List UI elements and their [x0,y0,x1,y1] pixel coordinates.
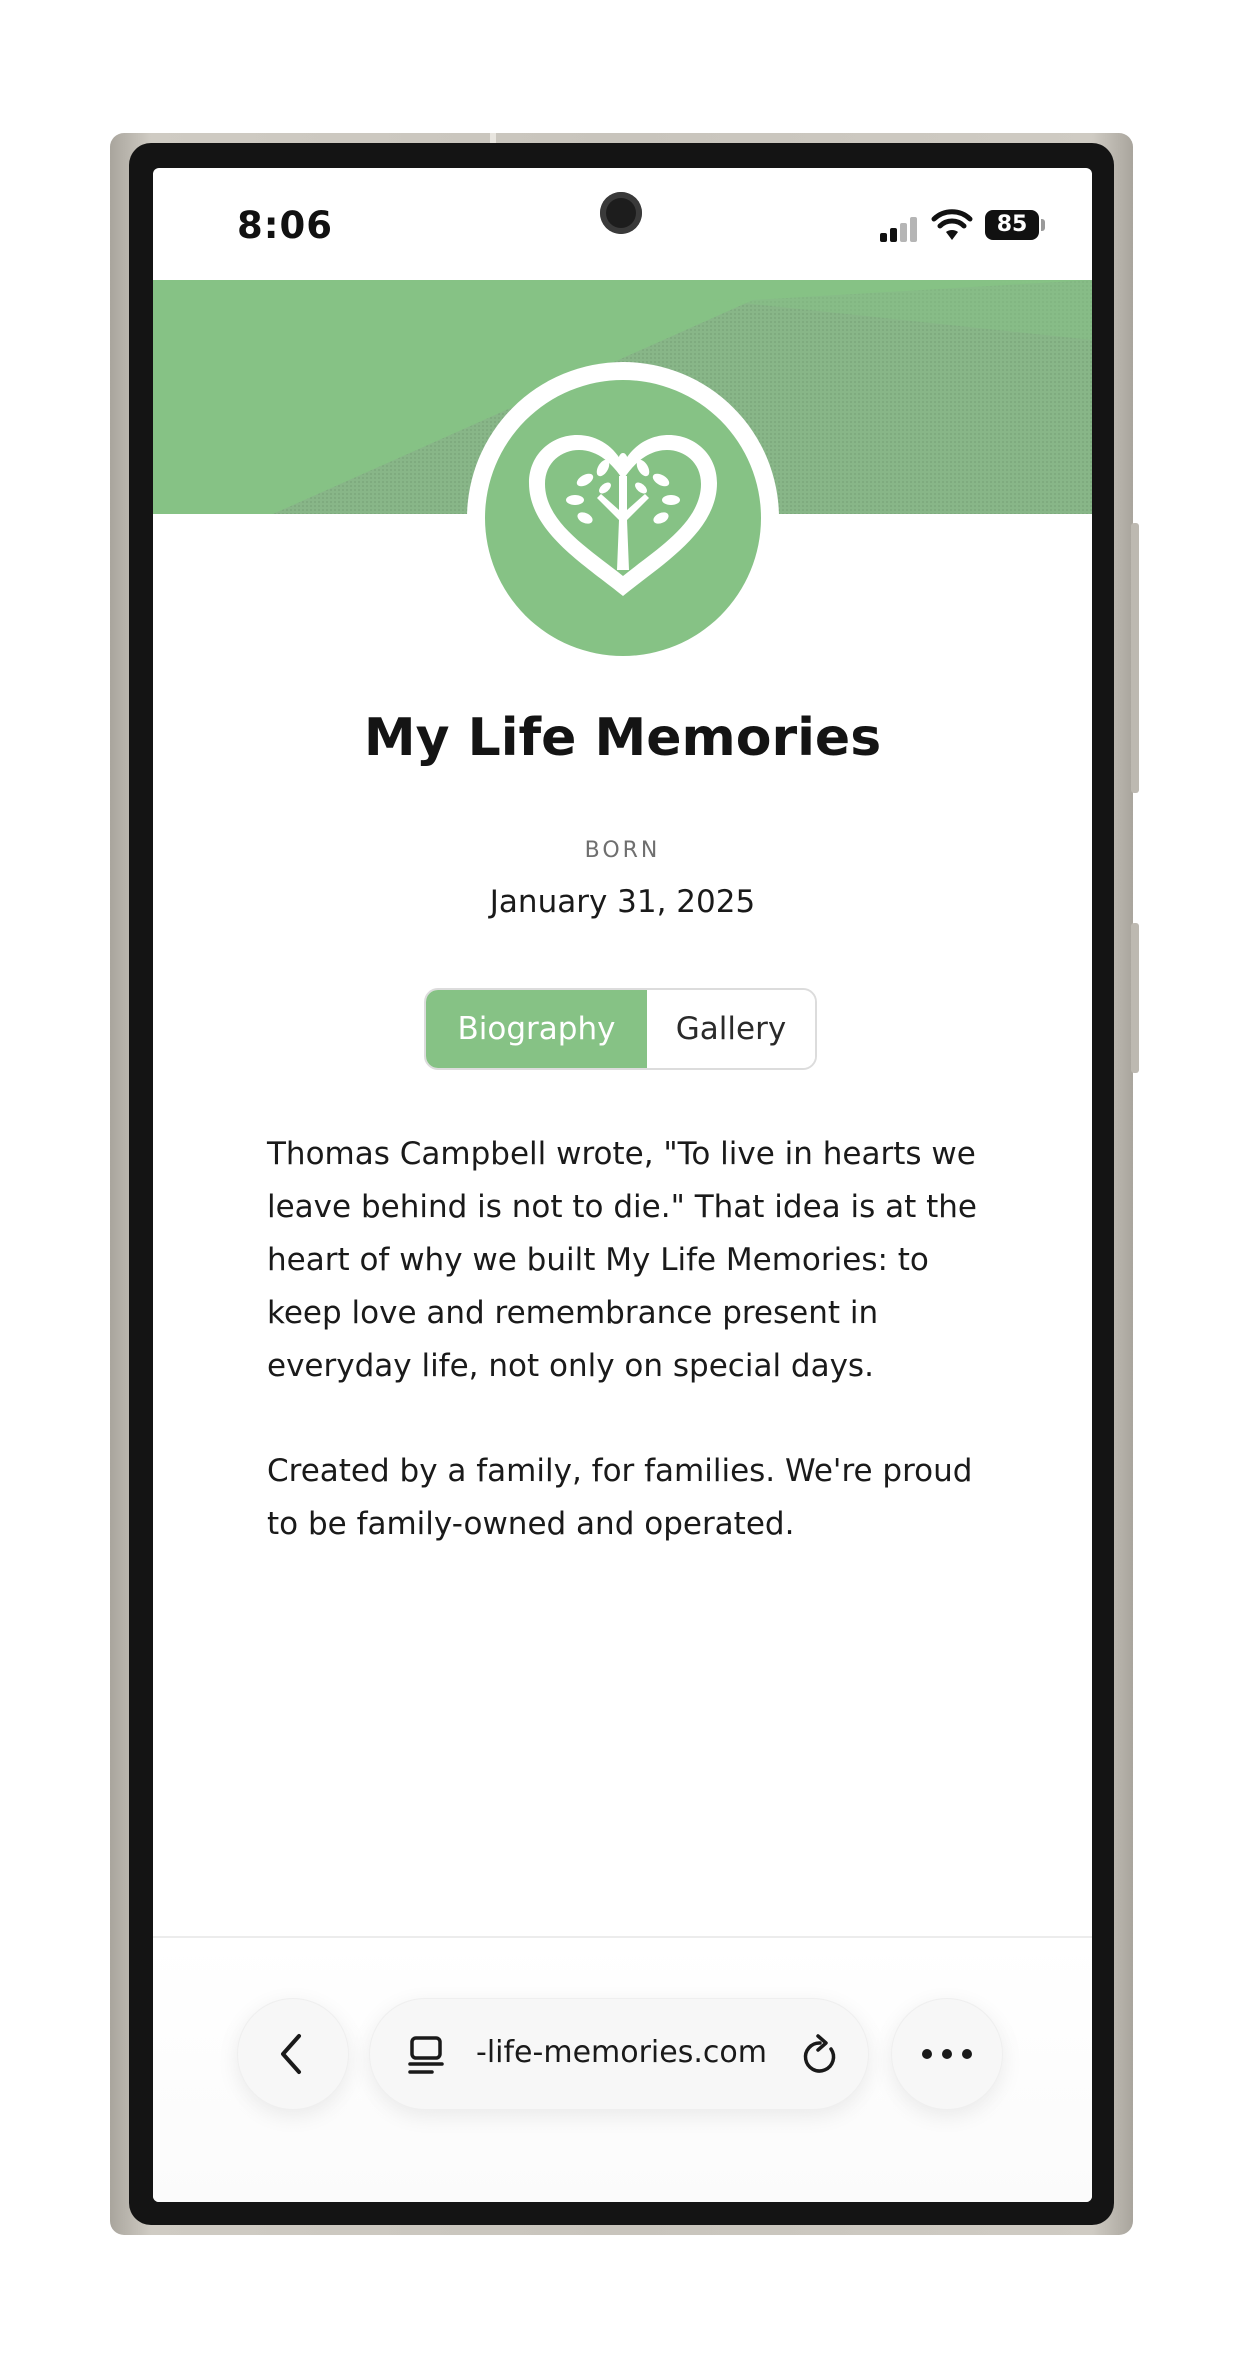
reload-icon[interactable] [798,2033,840,2077]
signal-icon [880,216,920,242]
tab-bar: Biography Gallery [424,988,817,1070]
biography-text: Thomas Campbell wrote, "To live in heart… [267,1128,987,1603]
back-chevron-icon [281,2034,301,2074]
born-label: BORN [584,838,661,863]
tab-gallery[interactable]: Gallery [647,990,815,1068]
battery-tip [1041,219,1045,231]
address-bar[interactable]: -life-memories.com [369,1998,869,2110]
page-title: My Life Memories [363,708,882,768]
status-bar: 8:06 85 [153,168,1092,280]
biography-paragraph: Thomas Campbell wrote, "To live in heart… [267,1136,977,1384]
more-icon [922,2049,972,2059]
tabs-icon[interactable] [406,2035,446,2075]
back-button[interactable] [237,1998,349,2110]
status-time: 8:06 [237,204,334,247]
wifi-icon [931,209,973,240]
phone-screen: 8:06 85 My Life Memories BORN January 31… [153,168,1092,2202]
born-date: January 31, 2025 [489,884,756,920]
tree-heart-icon [529,435,717,596]
power-button [1131,923,1139,1073]
camera-icon [600,192,642,234]
frame-seam [490,133,496,143]
tab-biography[interactable]: Biography [426,990,647,1068]
battery-icon: 85 [985,210,1039,240]
more-button[interactable] [891,1998,1003,2110]
biography-paragraph: Created by a family, for families. We're… [267,1453,973,1542]
volume-button [1131,523,1139,793]
url-text[interactable]: -life-memories.com [476,2035,767,2070]
